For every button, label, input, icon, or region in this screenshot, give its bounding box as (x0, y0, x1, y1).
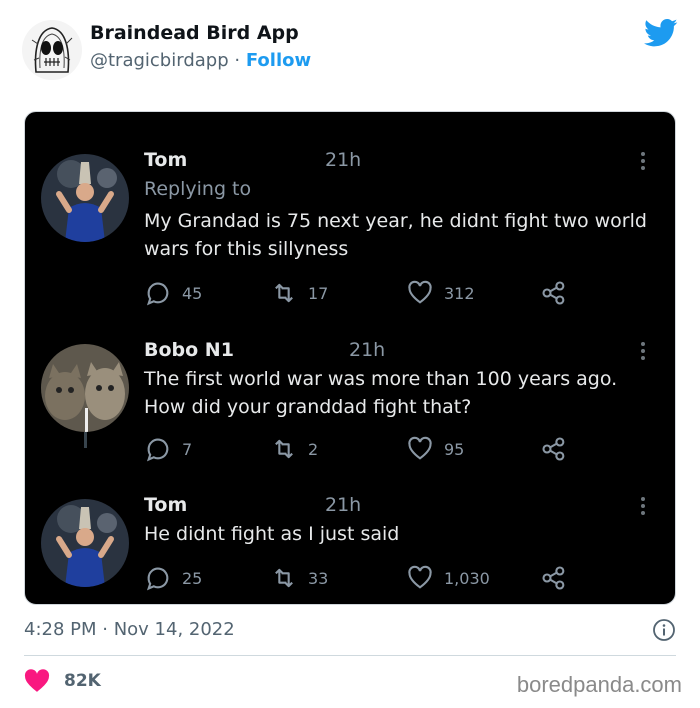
comment-count: 7 (182, 439, 193, 459)
comment-icon (146, 567, 169, 591)
follow-button[interactable]: Follow (246, 50, 311, 71)
retweet-icon (275, 439, 293, 459)
reply-time: 21h (325, 149, 362, 171)
comment-icon (146, 438, 169, 462)
reply-time: 21h (349, 339, 386, 361)
retweet-count: 2 (308, 439, 319, 459)
comment-count: 45 (182, 283, 203, 303)
retweet-count: 33 (308, 568, 329, 588)
share-icon (542, 566, 565, 590)
more-icon[interactable] (636, 340, 650, 362)
account-avatar[interactable] (22, 20, 82, 80)
share-action[interactable] (540, 434, 568, 464)
handle[interactable]: @tragicbirdapp (90, 50, 229, 71)
like-count: 1,030 (444, 568, 490, 588)
like-action[interactable]: 1,030 (406, 563, 490, 593)
avatar (41, 154, 129, 242)
heart-icon (408, 565, 432, 589)
reply-text: He didnt fight as I just said (144, 523, 400, 545)
replying-to: Replying to (144, 178, 252, 200)
share-icon (542, 437, 565, 461)
comment-icon (146, 282, 169, 306)
tweet-timestamp[interactable]: 4:28 PM · Nov 14, 2022 (24, 619, 235, 640)
comment-count: 25 (182, 568, 203, 588)
like-action[interactable]: 95 (406, 434, 464, 464)
like-count: 312 (444, 283, 475, 303)
like-count: 95 (444, 439, 465, 459)
source-watermark: boredpanda.com (516, 672, 682, 697)
avatar (41, 344, 129, 432)
comment-action[interactable]: 7 (144, 434, 192, 464)
comment-action[interactable]: 25 (144, 563, 202, 593)
separator: · (234, 50, 241, 71)
heart-icon (408, 436, 432, 460)
more-icon[interactable] (636, 150, 650, 172)
heart-icon (24, 669, 50, 692)
reply-text: The first world war was more than 100 ye… (144, 368, 618, 418)
reply-author[interactable]: Tom (144, 494, 187, 516)
retweet-action[interactable]: 2 (270, 434, 318, 464)
retweet-count: 17 (308, 283, 329, 303)
tweet-card: Braindead Bird App @tragicbirdapp · Foll… (0, 0, 700, 708)
share-icon (542, 281, 565, 305)
retweet-icon (275, 283, 293, 303)
handle-row: @tragicbirdapp · Follow (90, 50, 311, 71)
tweet-like-count: 82K (64, 671, 101, 691)
avatar (41, 499, 129, 587)
more-icon[interactable] (636, 495, 650, 517)
share-action[interactable] (540, 278, 568, 308)
bird-logo-icon[interactable] (644, 18, 678, 48)
share-action[interactable] (540, 563, 568, 593)
reply-author[interactable]: Bobo N1 (144, 339, 234, 361)
like-action[interactable]: 312 (406, 278, 475, 308)
retweet-action[interactable]: 33 (270, 563, 328, 593)
embedded-screenshot: Tom 21h Replying to My Grandad is 75 nex… (24, 111, 676, 605)
heart-icon (408, 280, 432, 304)
reply-time: 21h (325, 494, 362, 516)
reply-text: My Grandad is 75 next year, he didnt fig… (144, 210, 647, 260)
comment-action[interactable]: 45 (144, 278, 202, 308)
reply-author[interactable]: Tom (144, 149, 187, 171)
divider (24, 655, 676, 656)
info-icon[interactable] (652, 618, 676, 642)
retweet-action[interactable]: 17 (270, 278, 328, 308)
tweet-like-row[interactable]: 82K (24, 669, 101, 693)
reply-actions: 7 2 95 (144, 434, 584, 464)
retweet-icon (275, 568, 293, 588)
reply-actions: 45 17 312 (144, 278, 584, 308)
display-name[interactable]: Braindead Bird App (90, 22, 299, 44)
reply-actions: 25 33 1,030 (144, 563, 584, 593)
